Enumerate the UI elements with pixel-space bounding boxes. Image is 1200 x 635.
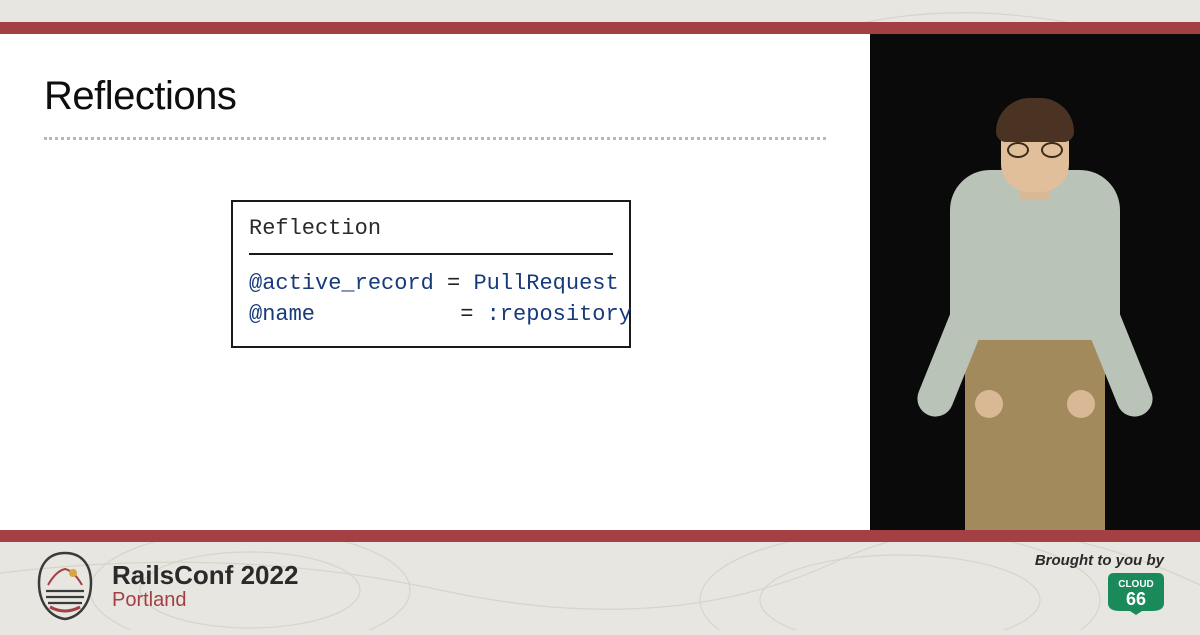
ivar-active-record: @active_record — [249, 271, 434, 296]
cloud66-logo-icon: CLOUD 66 — [1108, 573, 1164, 615]
conference-name: RailsConf 2022 — [112, 561, 298, 590]
reflection-code-box: Reflection @active_record = PullRequest … — [231, 200, 631, 348]
code-line-2: @name = :repository — [249, 300, 613, 331]
glasses-icon — [1007, 142, 1063, 158]
symbol-repository: :repository — [487, 302, 632, 327]
slide-title: Reflections — [44, 74, 826, 119]
railsconf-logo-icon — [36, 551, 94, 621]
code-box-heading: Reflection — [249, 214, 613, 255]
speaker-figure — [915, 70, 1155, 530]
bottom-red-rule — [0, 530, 1200, 542]
top-red-rule — [0, 22, 1200, 34]
speaker-camera-feed — [870, 34, 1200, 530]
ivar-name: @name — [249, 302, 315, 327]
code-line-1: @active_record = PullRequest — [249, 269, 613, 300]
conference-text-block: RailsConf 2022 Portland — [112, 561, 298, 612]
presentation-slide: Reflections Reflection @active_record = … — [0, 34, 870, 530]
footer-right: Brought to you by CLOUD 66 — [1035, 552, 1164, 620]
sponsor-text-bottom: 66 — [1126, 589, 1146, 609]
brought-by-label: Brought to you by — [1035, 552, 1164, 569]
class-pullrequest: PullRequest — [473, 271, 618, 296]
footer-left: RailsConf 2022 Portland — [36, 551, 298, 621]
main-content-row: Reflections Reflection @active_record = … — [0, 34, 1200, 530]
conference-location: Portland — [112, 589, 298, 611]
dotted-divider — [44, 137, 826, 140]
footer-bar: RailsConf 2022 Portland Brought to you b… — [0, 542, 1200, 630]
